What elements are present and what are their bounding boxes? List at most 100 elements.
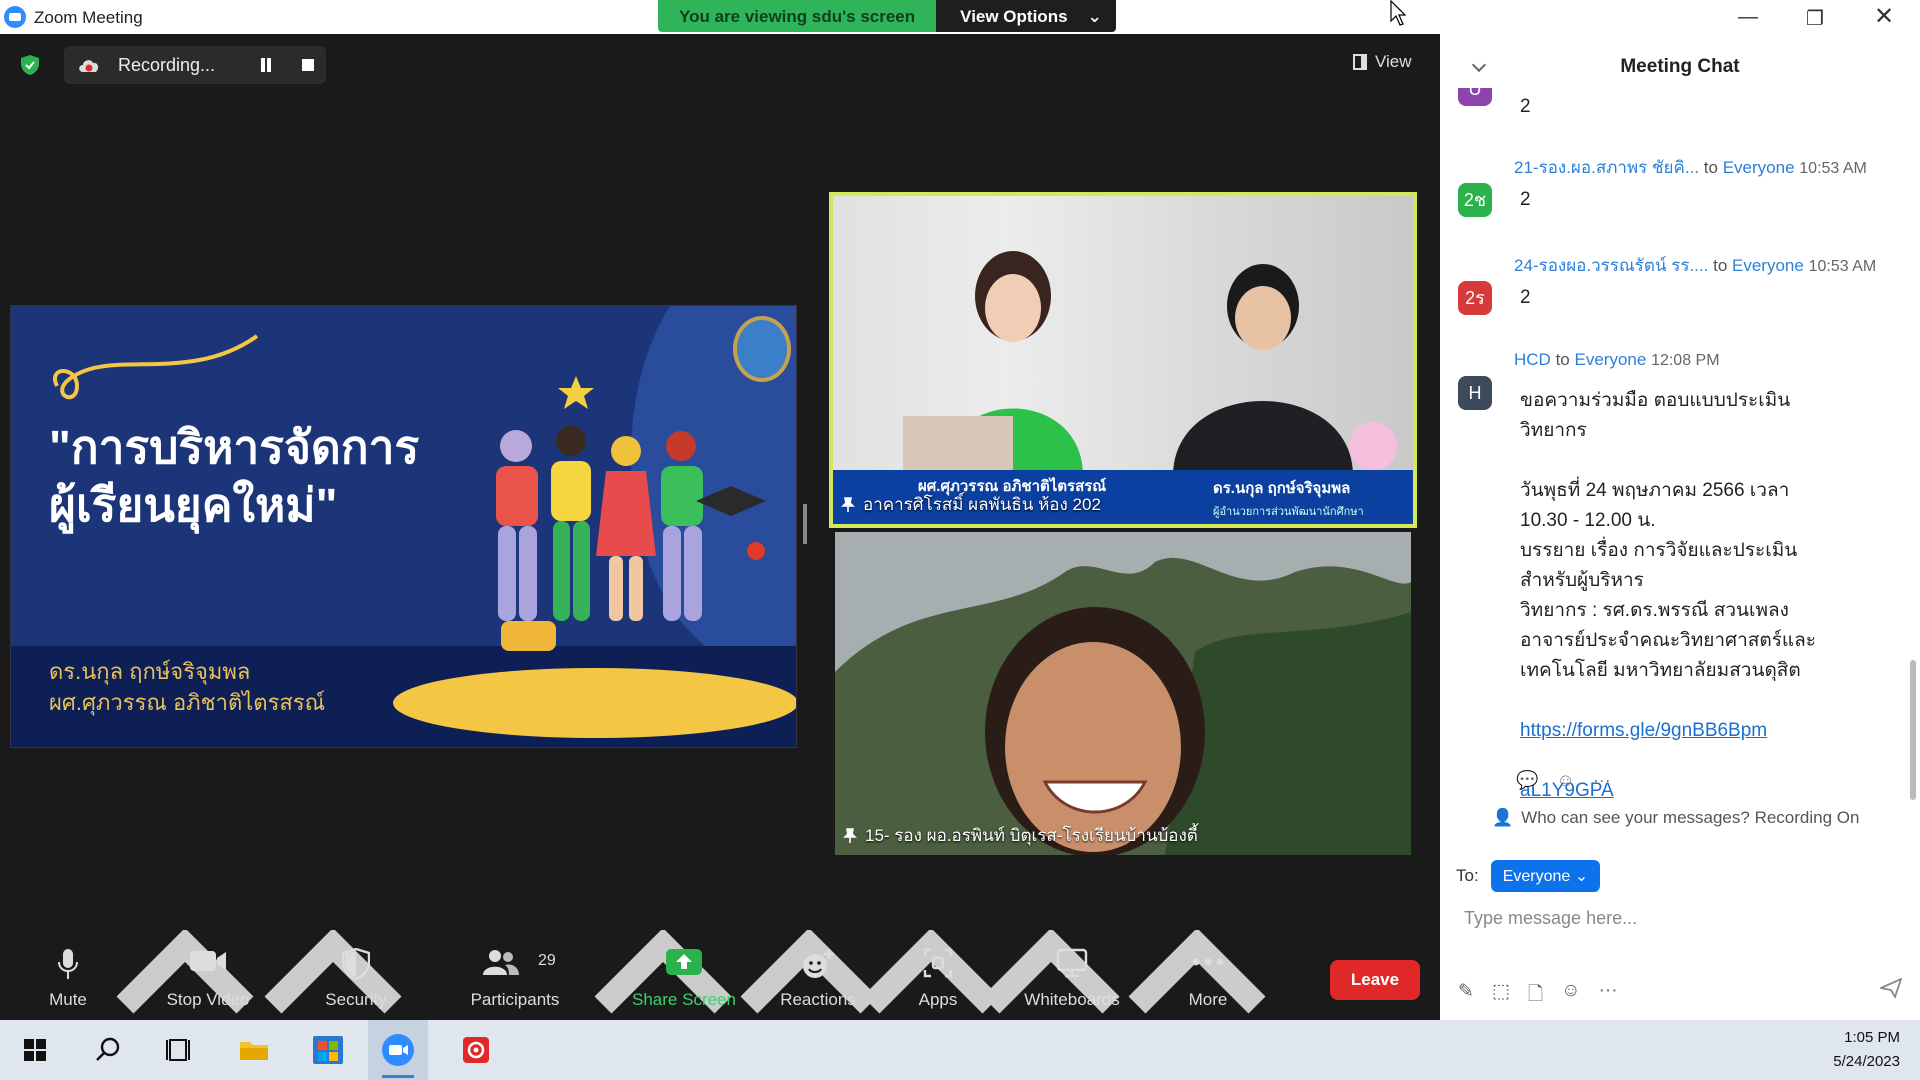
studio-speaker-2: ดร.นกุล ฤกษ์จริจุมพล [1213, 480, 1351, 497]
slide-presenter-1: ดร.นกุล ฤกษ์จริจุมพล [49, 659, 251, 684]
message-meta: 21-รอง.ผอ.สภาพร ชัยคิ... to Everyone 10:… [1514, 154, 1867, 181]
mouse-cursor-icon [1390, 0, 1406, 26]
reactions-button[interactable]: Reactions [770, 930, 866, 1020]
format-text-icon[interactable]: ✎ [1458, 980, 1474, 1012]
pin-icon [841, 496, 855, 512]
sender-name[interactable]: 24-รองผอ.วรรณรัตน์ รร.... [1514, 256, 1708, 275]
split-view-drag-handle[interactable] [803, 504, 807, 544]
recording-indicator: Recording... [64, 46, 326, 84]
message-actions: 💬 ☺ ··· [1516, 770, 1611, 791]
view-options-label: View Options [960, 7, 1068, 26]
message-text: ขอความร่วมมือ ตอบแบบประเมิน วิทยากร วันพ… [1520, 390, 1816, 681]
view-options-button[interactable]: View Options ⌄ [936, 0, 1116, 32]
recipient-name: Everyone [1574, 350, 1647, 369]
more-options-icon[interactable]: ··· [1593, 770, 1611, 791]
screenshot-icon[interactable]: ⬚ [1492, 980, 1510, 1012]
chat-message-list[interactable]: U 2 21-รอง.ผอ.สภาพร ชัยคิ... to Everyone… [1440, 88, 1910, 828]
chat-privacy-notice[interactable]: 👤 Who can see your messages? Recording O… [1492, 808, 1859, 828]
screen-recorder-icon[interactable] [446, 1020, 506, 1080]
participants-icon [483, 950, 519, 975]
more-tools-icon[interactable]: ··· [1599, 980, 1618, 1012]
recipient-name: Everyone [1732, 256, 1804, 275]
chevron-down-icon: ⌄ [1574, 868, 1589, 885]
view-layout-icon [1353, 54, 1367, 70]
zoom-app-icon [382, 1034, 414, 1066]
security-label: Security [325, 990, 387, 1009]
participant-video-icon [835, 532, 1411, 855]
file-explorer-icon[interactable] [224, 1020, 284, 1080]
sender-name[interactable]: 21-รอง.ผอ.สภาพร ชัยคิ... [1514, 158, 1699, 177]
sender-name[interactable]: HCD [1514, 350, 1551, 369]
chat-header: Meeting Chat [1440, 52, 1920, 86]
zoom-app: Zoom Meeting You are viewing sdu's scree… [0, 0, 1920, 1080]
more-label: More [1188, 990, 1228, 1009]
restore-icon[interactable]: ❐ [1806, 6, 1824, 31]
stop-video-button[interactable]: Stop Video [158, 930, 258, 1020]
microsoft-store-icon[interactable] [298, 1020, 358, 1080]
send-icon[interactable] [1880, 978, 1902, 998]
view-button[interactable]: View [1353, 52, 1412, 72]
whiteboards-button[interactable]: Whiteboards [1016, 930, 1128, 1020]
cloud-recording-icon [79, 60, 99, 72]
more-button[interactable]: More [1168, 930, 1248, 1020]
apps-button[interactable]: Apps [898, 930, 978, 1020]
slide-presenters: ดร.นกุล ฤกษ์จริจุมพล ผศ.ศุภวรรณ อภิชาติไ… [49, 656, 325, 718]
view-label: View [1375, 52, 1412, 71]
emoji-icon[interactable]: ☺ [1561, 980, 1580, 1012]
attach-file-icon[interactable]: 🗋 [1528, 980, 1543, 1012]
encryption-shield-icon[interactable] [20, 54, 40, 76]
security-button[interactable]: Security [316, 930, 396, 1020]
tile-participant-name: อาคารศิโรสมิ์ ผลพันธิน ห้อง 202 [863, 495, 1101, 514]
whiteboards-label: Whiteboards [1024, 990, 1120, 1009]
tile-name-tag: อาคารศิโรสมิ์ ผลพันธิน ห้อง 202 [841, 491, 1101, 518]
user-visibility-icon: 👤 [1492, 808, 1514, 827]
add-reaction-icon[interactable]: ☺ [1556, 770, 1574, 791]
avatar-initials: H [1468, 383, 1482, 403]
mute-label: Mute [49, 990, 87, 1009]
avatar-initials: U [1468, 88, 1482, 99]
pause-recording-icon[interactable] [259, 58, 273, 72]
chat-privacy-text: Who can see your messages? Recording On [1521, 808, 1860, 827]
microphone-icon [58, 949, 78, 979]
chat-message-input[interactable] [1464, 900, 1894, 936]
speakers-video-icon [903, 251, 1397, 476]
tile-participant-name: 15- รอง ผอ.อรพินท์ บิตุเรส-โรงเรียนบ้านบ… [865, 826, 1198, 845]
share-screen-button[interactable]: Share Screen [624, 930, 744, 1020]
stop-recording-icon[interactable] [302, 59, 314, 71]
search-icon[interactable] [78, 1020, 138, 1080]
windows-start-icon[interactable] [5, 1020, 65, 1080]
meeting-toolbar: Mute Stop Video Security 29 Participants… [0, 930, 1440, 1020]
message-meta: 24-รองผอ.วรรณรัตน์ รร.... to Everyone 10… [1514, 252, 1876, 279]
to-label: To: [1456, 866, 1479, 885]
slide-headline-line1: "การบริหารจัดการ [49, 421, 420, 473]
recording-label: Recording... [118, 55, 216, 75]
video-tile-participant[interactable]: 15- รอง ผอ.อรพินท์ บิตุเรส-โรงเรียนบ้านบ… [835, 532, 1411, 855]
to-word: to [1703, 158, 1718, 177]
close-icon[interactable]: ✕ [1874, 2, 1894, 31]
tile-name-tag: 15- รอง ผอ.อรพินท์ บิตุเรส-โรงเรียนบ้านบ… [843, 822, 1198, 849]
form-link-line1[interactable]: https://forms.gle/9gnBB6Bpm [1520, 720, 1767, 741]
message-time: 10:53 AM [1808, 258, 1877, 275]
chat-panel: — ❐ ✕ Meeting Chat U 2 21-รอง.ผอ.สภาพร ช… [1440, 0, 1920, 1020]
recipient-select[interactable]: Everyone ⌄ [1490, 860, 1601, 892]
shared-screen-slide: "การบริหารจัดการ ผู้เรียนยุคใหม่" ดร.นกุ… [10, 305, 797, 748]
taskbar-zoom-app[interactable] [368, 1020, 428, 1080]
mute-button[interactable]: Mute [28, 930, 108, 1020]
video-tile-active-speaker[interactable]: ผศ.ศุภวรรณ อภิชาติไตรสรณ์ ดร.นกุล ฤกษ์จร… [829, 192, 1417, 528]
task-view-icon[interactable] [148, 1020, 208, 1080]
clock-time: 1:05 PM [1844, 1029, 1900, 1046]
recipient-select-value: Everyone [1502, 868, 1571, 885]
message-text: 2 [1520, 287, 1531, 308]
participants-button[interactable]: 29 Participants [460, 930, 570, 1020]
chat-scrollbar[interactable] [1910, 660, 1916, 800]
meeting-area: Recording... View "การบริหารจัดการ ผู้เร… [0, 34, 1440, 1020]
viewing-banner: You are viewing sdu's screen View Option… [658, 0, 1116, 32]
minimize-icon[interactable]: — [1738, 6, 1758, 29]
reply-thread-icon[interactable]: 💬 [1516, 770, 1538, 791]
system-clock[interactable]: 1:05 PM 5/24/2023 [1833, 1026, 1900, 1074]
sender-avatar: U [1458, 88, 1492, 106]
message-time: 12:08 PM [1651, 352, 1720, 369]
avatar-initials: 2ช [1463, 190, 1487, 210]
stop-video-label: Stop Video [166, 990, 250, 1009]
leave-button[interactable]: Leave [1330, 960, 1420, 1000]
